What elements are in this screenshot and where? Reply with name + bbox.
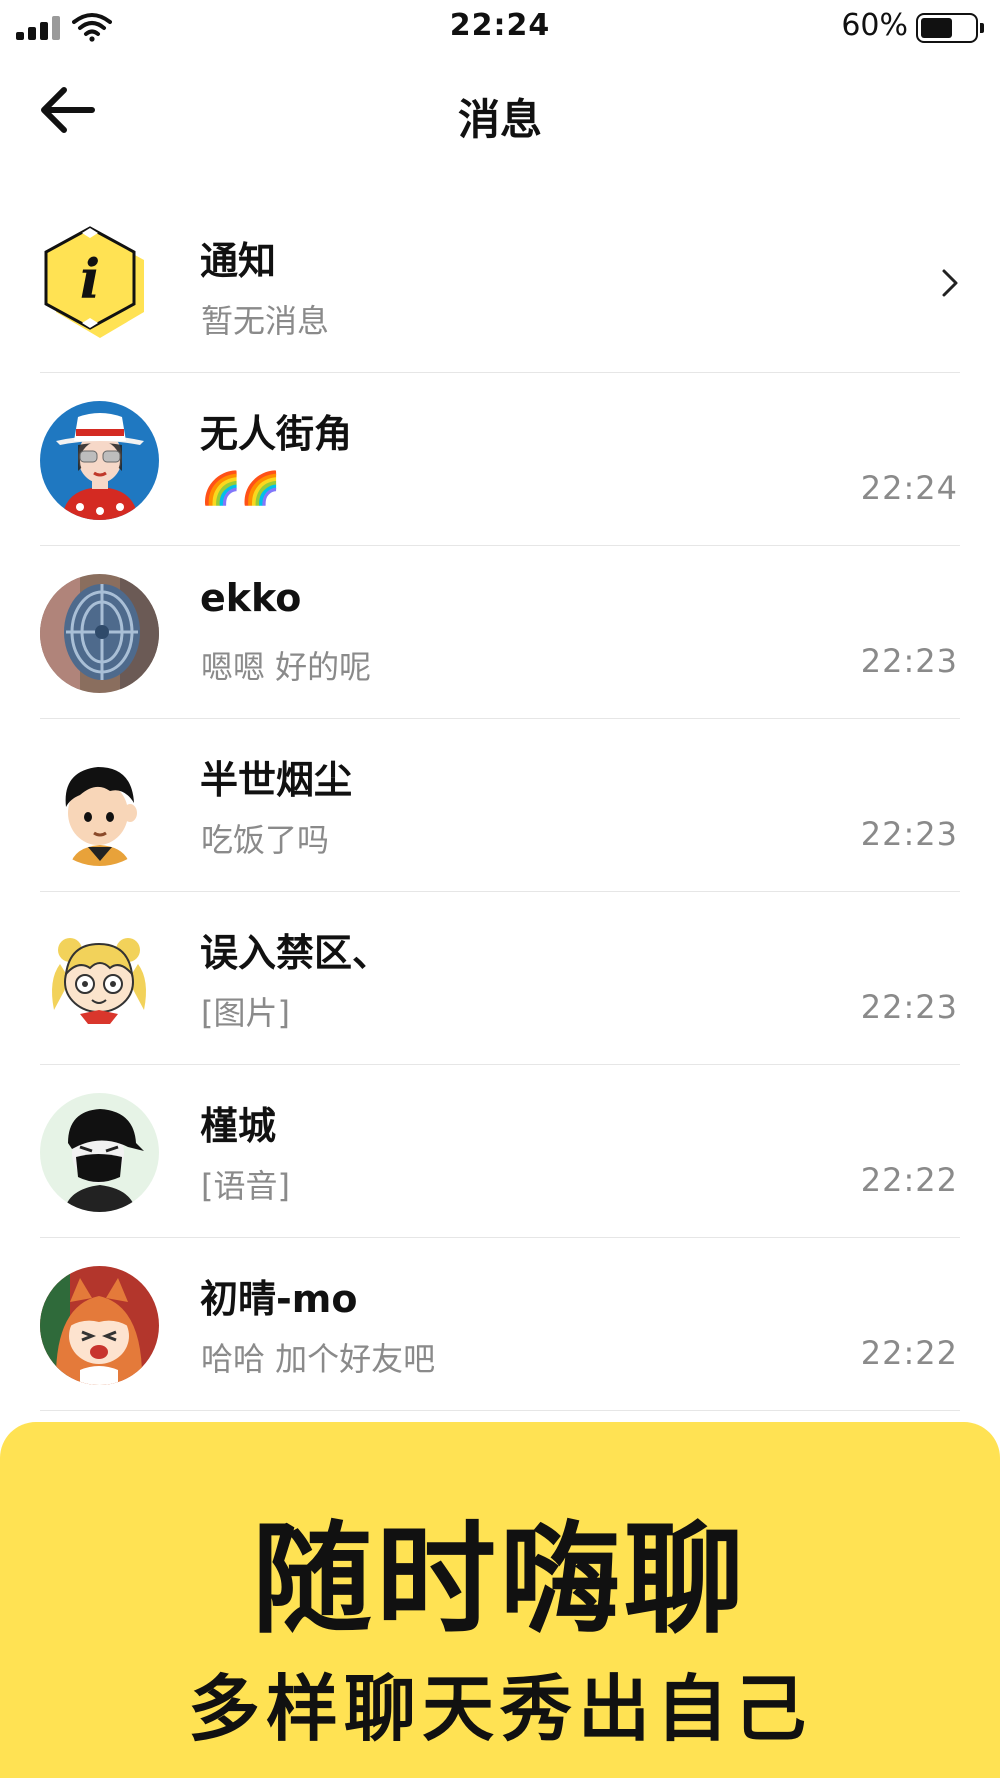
avatar[interactable] bbox=[40, 1266, 159, 1385]
message-preview: 嗯嗯 好的呢 bbox=[201, 648, 372, 686]
message-time: 22:24 bbox=[860, 469, 958, 507]
contact-name: ekko bbox=[200, 576, 302, 620]
message-preview: [图片] bbox=[201, 994, 290, 1032]
avatar-fan-photo-icon bbox=[40, 574, 159, 693]
contact-name: 半世烟尘 bbox=[200, 758, 353, 802]
info-hexagon-icon: i bbox=[44, 226, 144, 338]
notice-title: 通知 bbox=[200, 239, 277, 283]
contact-name: 初晴-mo bbox=[200, 1277, 358, 1321]
promo-title: 随时嗨聊 bbox=[252, 1511, 748, 1650]
avatar-cartoon-boy-icon bbox=[40, 747, 159, 866]
message-time: 22:22 bbox=[860, 1334, 958, 1372]
chevron-right-icon bbox=[942, 269, 958, 297]
promo-banner: 随时嗨聊 多样聊天秀出自己 bbox=[0, 1422, 1000, 1778]
message-preview: [语音] bbox=[201, 1167, 290, 1205]
message-row[interactable]: 无人街角 🌈🌈 22:24 bbox=[0, 373, 1000, 546]
status-bar: 22:24 60% bbox=[0, 0, 1000, 56]
contact-name: 槿城 bbox=[200, 1104, 277, 1148]
message-preview: 哈哈 加个好友吧 bbox=[201, 1340, 436, 1378]
svg-text:i: i bbox=[80, 247, 101, 311]
message-time: 22:23 bbox=[860, 815, 958, 853]
notice-preview: 暂无消息 bbox=[201, 302, 330, 340]
avatar-umaru-icon bbox=[40, 1266, 159, 1385]
avatar-masked-boy-icon bbox=[40, 1093, 159, 1212]
contact-name: 误入禁区、 bbox=[200, 931, 391, 975]
avatar[interactable] bbox=[40, 1093, 159, 1212]
battery-percentage: 60% bbox=[841, 8, 908, 43]
message-row[interactable]: 误入禁区、 [图片] 22:23 bbox=[0, 892, 1000, 1065]
divider bbox=[40, 1410, 960, 1411]
avatar-anime-girl-icon bbox=[40, 920, 159, 1039]
message-row[interactable]: 槿城 [语音] 22:22 bbox=[0, 1065, 1000, 1238]
avatar[interactable] bbox=[40, 747, 159, 866]
avatar-woman-hat-icon bbox=[40, 401, 159, 520]
notice-row[interactable]: i 通知 暂无消息 bbox=[0, 200, 1000, 373]
nav-bar: 消息 bbox=[0, 56, 1000, 168]
message-preview: 🌈🌈 bbox=[201, 469, 281, 507]
message-row[interactable]: 半世烟尘 吃饭了吗 22:23 bbox=[0, 719, 1000, 892]
battery-icon bbox=[916, 13, 984, 43]
message-list: i 通知 暂无消息 无人街角 🌈🌈 22:24 ekko 嗯嗯 好的呢 22:2… bbox=[0, 200, 1000, 1411]
contact-name: 无人街角 bbox=[200, 412, 353, 456]
message-time: 22:23 bbox=[860, 642, 958, 680]
message-preview: 吃饭了吗 bbox=[201, 821, 330, 859]
avatar[interactable] bbox=[40, 401, 159, 520]
avatar[interactable] bbox=[40, 574, 159, 693]
promo-subtitle: 多样聊天秀出自己 bbox=[187, 1667, 812, 1751]
message-time: 22:23 bbox=[860, 988, 958, 1026]
message-time: 22:22 bbox=[860, 1161, 958, 1199]
page-title: 消息 bbox=[457, 95, 542, 144]
message-row[interactable]: ekko 嗯嗯 好的呢 22:23 bbox=[0, 546, 1000, 719]
avatar[interactable] bbox=[40, 920, 159, 1039]
message-row[interactable]: 初晴-mo 哈哈 加个好友吧 22:22 bbox=[0, 1238, 1000, 1411]
